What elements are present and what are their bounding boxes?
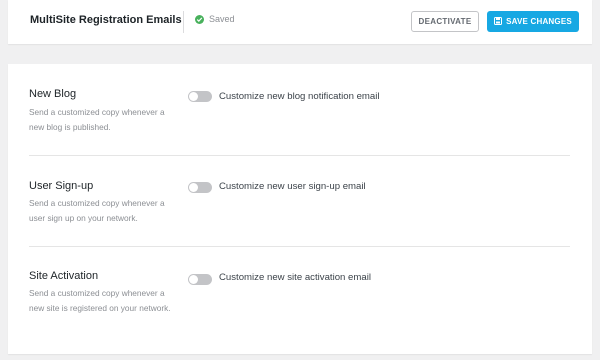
toggle-label[interactable]: Customize new user sign-up email [219,181,366,192]
saved-status: Saved [195,14,235,24]
section-title: User Sign-up [29,180,94,192]
section-user-signup: User Sign-up Send a customized copy when… [8,156,592,248]
toggle-label[interactable]: Customize new blog notification email [219,91,380,102]
save-disk-icon [494,16,503,27]
save-changes-button[interactable]: SAVE CHANGES [487,11,579,32]
section-description: Send a customized copy whenever a user s… [29,198,165,223]
toggle-knob [189,92,198,101]
toggle-label[interactable]: Customize new site activation email [219,272,371,283]
toggle-knob [189,275,198,284]
header-divider [183,11,184,33]
user-signup-toggle[interactable] [188,182,212,193]
section-description: Send a customized copy whenever a new si… [29,288,171,313]
check-circle-icon [195,14,204,24]
save-changes-label: SAVE CHANGES [506,17,572,26]
email-settings-panel: New Blog Send a customized copy whenever… [8,64,592,354]
section-site-activation: Site Activation Send a customized copy w… [8,247,592,354]
new-blog-toggle[interactable] [188,91,212,102]
section-title: New Blog [29,88,77,100]
saved-status-text: Saved [209,14,235,24]
settings-header: MultiSite Registration Emails Saved DEAC… [8,0,592,44]
section-description: Send a customized copy whenever a new bl… [29,107,165,132]
page-title: MultiSite Registration Emails [30,14,182,26]
toggle-knob [189,183,198,192]
section-new-blog: New Blog Send a customized copy whenever… [8,64,592,156]
section-title: Site Activation [29,270,99,282]
site-activation-toggle[interactable] [188,274,212,285]
deactivate-button[interactable]: DEACTIVATE [411,11,479,32]
